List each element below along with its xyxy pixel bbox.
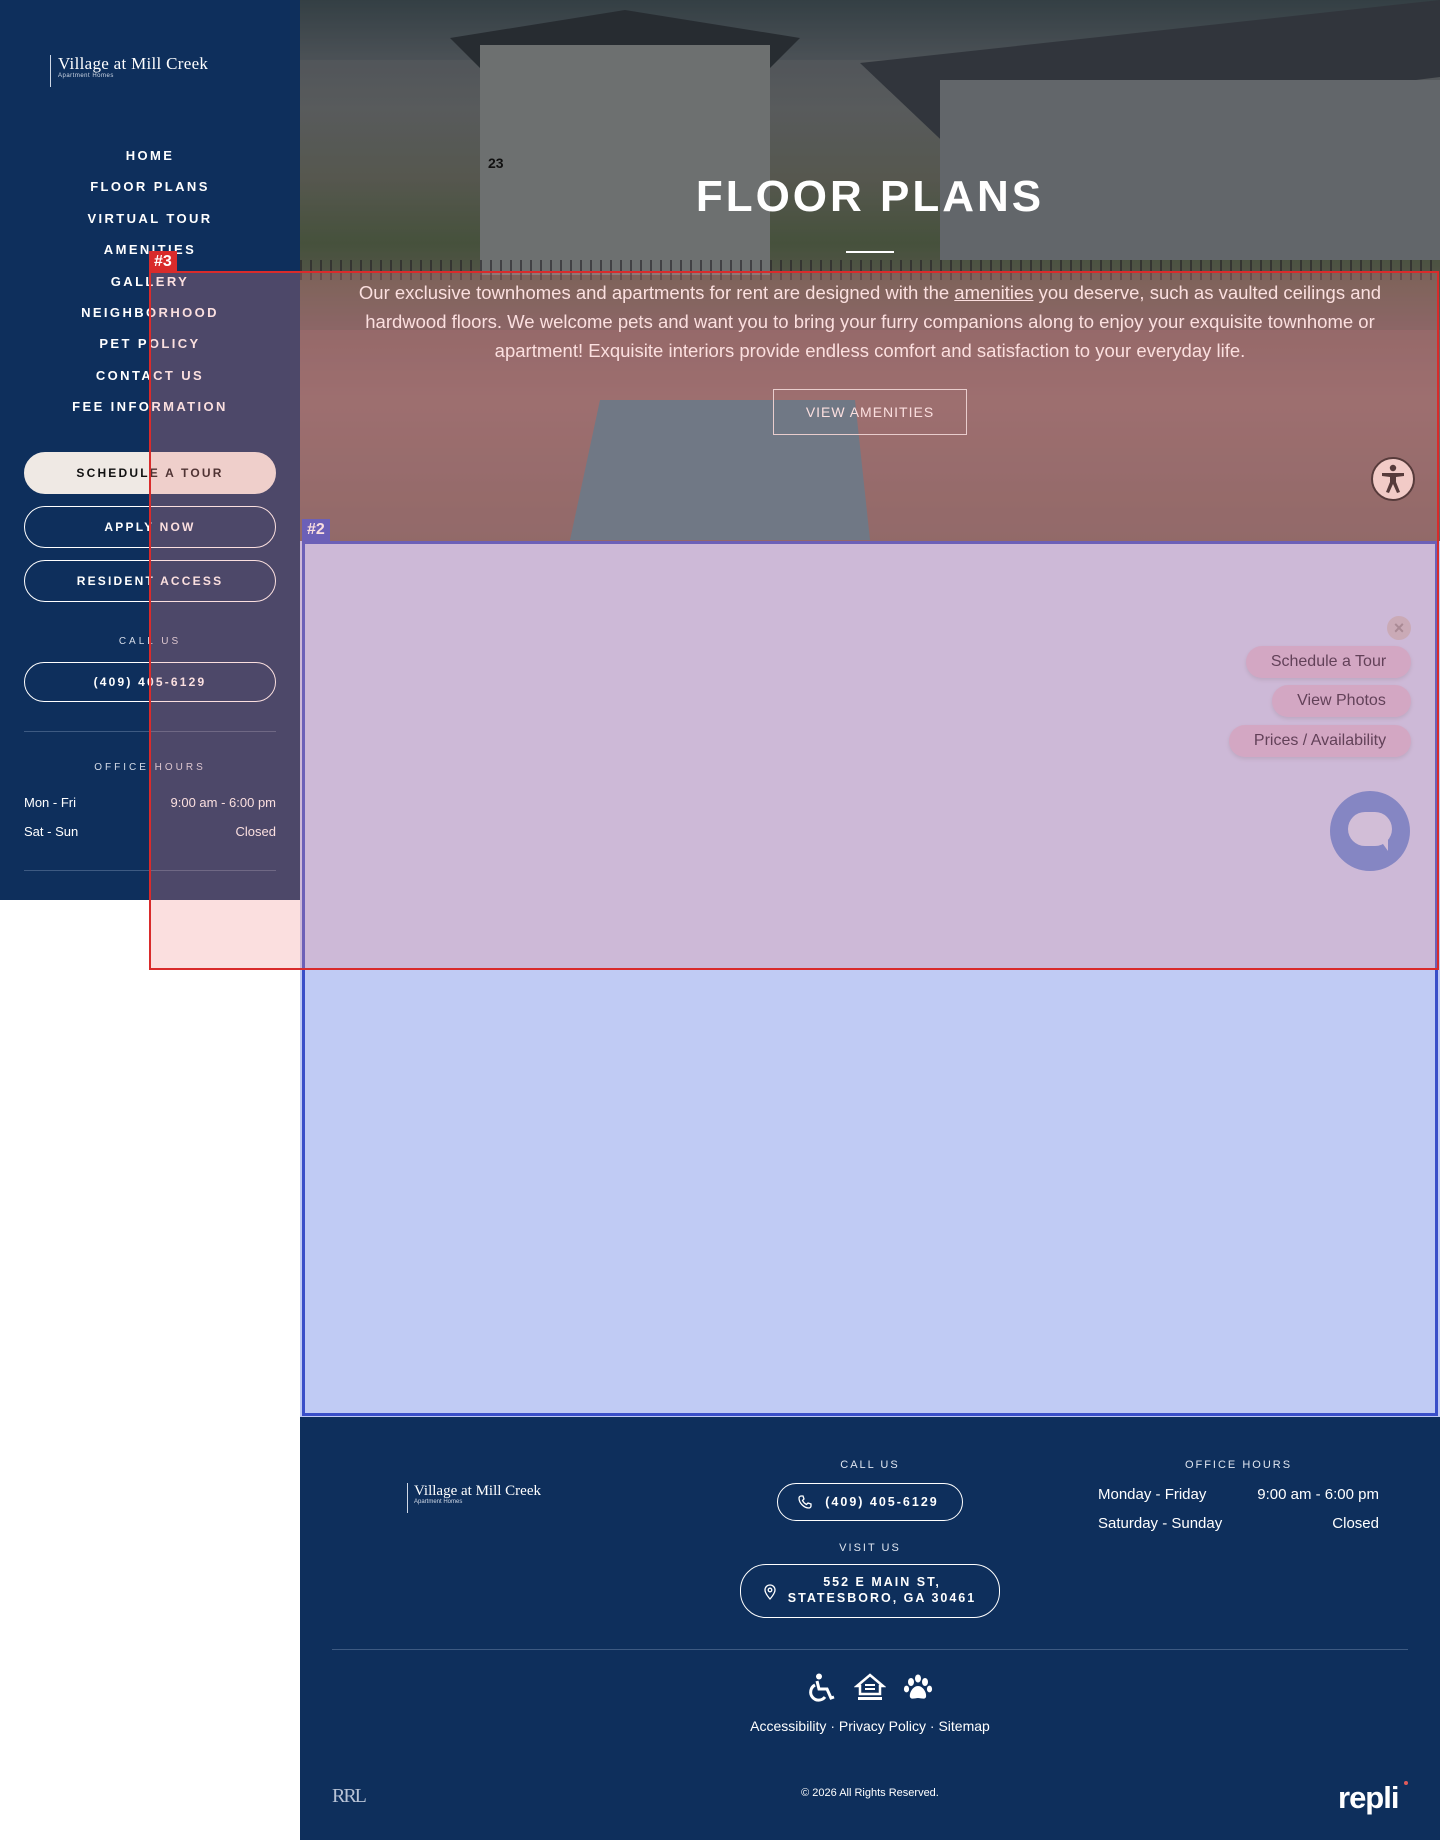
widget-schedule-tour[interactable]: Schedule a Tour — [1246, 646, 1411, 678]
footer-divider — [332, 1649, 1408, 1650]
location-pin-icon — [764, 1584, 776, 1600]
sitemap-link[interactable]: Sitemap — [938, 1718, 989, 1734]
nav-fee-information[interactable]: FEE INFORMATION — [0, 397, 300, 428]
brand-logo[interactable]: Village at Mill Creek Apartment Homes — [50, 55, 260, 87]
hours-days: Sat - Sun — [24, 824, 79, 839]
call-us-label: CALL US — [118, 636, 182, 647]
hours-days: Mon - Fri — [24, 795, 76, 810]
footer-phone-button[interactable]: (409) 405-6129 — [777, 1483, 963, 1521]
close-icon[interactable]: × — [1387, 616, 1411, 640]
nav-pet-policy[interactable]: PET POLICY — [0, 334, 300, 365]
hero-overlay — [300, 0, 1440, 541]
accessibility-icon[interactable] — [1371, 457, 1415, 501]
hours-time: Closed — [235, 824, 276, 839]
sidebar-phone-button[interactable]: (409) 405-6129 — [24, 662, 276, 702]
chat-bubble-tail — [1378, 837, 1388, 851]
vendor-logo[interactable]: repli — [1338, 1780, 1399, 1816]
footer-visit-label: VISIT US — [839, 1542, 901, 1554]
chat-icon[interactable] — [1330, 791, 1410, 871]
floor-plans-content: × Schedule a Tour View Photos Prices / A… — [300, 541, 1440, 1417]
vendor-logo-dot — [1404, 1781, 1408, 1785]
footer-hours-days: Saturday - Sunday — [1098, 1515, 1223, 1532]
brand-name: Village at Mill Creek — [58, 54, 209, 73]
footer-hours-label: OFFICE HOURS — [1184, 1459, 1293, 1471]
view-amenities-button[interactable]: VIEW AMENITIES — [773, 389, 967, 435]
sidebar: Village at Mill Creek Apartment Homes HO… — [0, 0, 300, 900]
footer-hours-days: Monday - Friday — [1098, 1486, 1207, 1503]
title-underline — [846, 251, 894, 253]
main-nav: HOME FLOOR PLANS VIRTUAL TOUR AMENITIES … — [0, 146, 300, 429]
office-hours-label: OFFICE HOURS — [94, 762, 206, 773]
hours-row: Sat - Sun Closed — [24, 824, 276, 839]
footer-links: Accessibility · Privacy Policy · Sitemap — [300, 1718, 1440, 1734]
footer-brand-logo[interactable]: Village at Mill Creek Apartment Homes — [407, 1483, 607, 1513]
nav-virtual-tour[interactable]: VIRTUAL TOUR — [0, 209, 300, 240]
accessibility-link[interactable]: Accessibility — [750, 1718, 826, 1734]
hero-description: Our exclusive townhomes and apartments f… — [340, 278, 1400, 365]
hours-row: Mon - Fri 9:00 am - 6:00 pm — [24, 795, 276, 810]
footer-hours-time: Closed — [1332, 1515, 1379, 1532]
divider — [24, 731, 276, 732]
paw-icon — [903, 1674, 933, 1699]
nav-contact-us[interactable]: CONTACT US — [0, 366, 300, 397]
footer: Village at Mill Creek Apartment Homes CA… — [300, 1417, 1440, 1840]
nav-home[interactable]: HOME — [0, 146, 300, 177]
apply-now-button[interactable]: APPLY NOW — [24, 506, 276, 548]
hero-text-start: Our exclusive townhomes and apartments f… — [358, 282, 955, 303]
footer-hours-time: 9:00 am - 6:00 pm — [1257, 1486, 1379, 1503]
annotation-label-2: #2 — [302, 519, 330, 541]
address-line-1: 552 E MAIN ST, — [823, 1575, 941, 1589]
unit-number: 23 — [488, 155, 504, 171]
page-title: FLOOR PLANS — [695, 172, 1045, 221]
widget-prices-availability[interactable]: Prices / Availability — [1229, 725, 1411, 757]
address-line-2: STATESBORO, GA 30461 — [787, 1591, 977, 1605]
footer-phone: (409) 405-6129 — [825, 1495, 939, 1509]
footer-hours-row: Saturday - Sunday Closed — [1098, 1515, 1379, 1532]
footer-brand-name: Village at Mill Creek — [414, 1483, 541, 1499]
resident-access-button[interactable]: RESIDENT ACCESS — [24, 560, 276, 602]
hours-time: 9:00 am - 6:00 pm — [170, 795, 277, 810]
footer-brand-tagline: Apartment Homes — [414, 1499, 463, 1505]
amenities-link[interactable]: amenities — [954, 282, 1033, 303]
hero-banner: 23 FLOOR PLANS Our exclusive townhomes a… — [300, 0, 1440, 541]
copyright: © 2026 All Rights Reserved. — [801, 1787, 939, 1799]
wheelchair-icon — [809, 1673, 835, 1702]
nav-neighborhood[interactable]: NEIGHBORHOOD — [0, 303, 300, 334]
schedule-tour-button[interactable]: SCHEDULE A TOUR — [24, 452, 276, 494]
footer-address-button[interactable]: 552 E MAIN ST, STATESBORO, GA 30461 — [740, 1564, 1000, 1618]
nav-floor-plans[interactable]: FLOOR PLANS — [0, 177, 300, 208]
footer-call-label: CALL US — [840, 1459, 900, 1471]
privacy-policy-link[interactable]: Privacy Policy — [839, 1718, 926, 1734]
link-separator: · — [830, 1718, 835, 1734]
divider — [24, 870, 276, 871]
brand-tagline: Apartment Homes — [58, 73, 114, 79]
equal-housing-icon — [854, 1673, 886, 1700]
annotation-label-3: #3 — [149, 251, 177, 273]
footer-hours-row: Monday - Friday 9:00 am - 6:00 pm — [1098, 1486, 1379, 1503]
link-separator: · — [929, 1718, 935, 1734]
widget-view-photos[interactable]: View Photos — [1272, 685, 1411, 717]
phone-icon — [798, 1495, 812, 1509]
nav-gallery[interactable]: GALLERY — [0, 272, 300, 303]
